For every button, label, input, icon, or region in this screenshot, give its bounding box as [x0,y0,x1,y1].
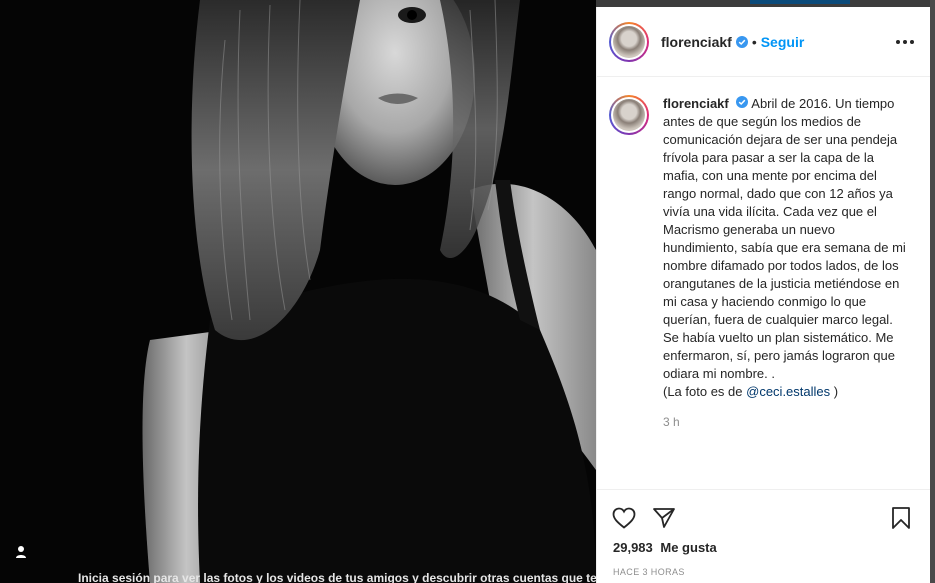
post-modal: Inicia sesión para ver las fotos y los v… [0,0,935,583]
likes-word: Me gusta [660,540,717,555]
share-icon[interactable] [651,505,677,531]
caption-time: 3 h [663,415,680,429]
bookmark-icon[interactable] [888,505,914,531]
follow-button[interactable]: Seguir [761,34,805,50]
top-strip [596,0,930,7]
posted-time: HACE 3 HORAS [613,567,685,577]
caption-credit-prefix: (La foto es de [663,384,747,399]
likes-count[interactable]: 29,983 Me gusta [597,536,930,555]
likes-number: 29,983 [613,540,653,555]
caption-avatar[interactable] [609,95,649,135]
action-bar [597,490,930,536]
verified-badge-icon [735,35,748,48]
post-image [0,0,596,583]
comments-section: florenciakf Abril de 2016. Un tiempo ant… [597,77,930,490]
more-options-icon[interactable] [896,39,914,44]
caption-text: florenciakf Abril de 2016. Un tiempo ant… [663,95,907,431]
post-photo [0,0,596,583]
verified-badge-icon [736,96,749,108]
caption-credit-suffix: ) [830,384,839,399]
avatar[interactable] [609,21,649,62]
caption-mention-link[interactable]: @ceci.estalles [746,384,830,399]
post-details-panel: florenciakf • Seguir florenciakf Abril d… [596,7,930,583]
caption-username[interactable]: florenciakf [663,96,729,111]
header-username[interactable]: florenciakf [661,34,732,50]
post-header: florenciakf • Seguir [597,7,930,77]
heart-icon[interactable] [611,505,637,531]
right-edge [930,0,935,583]
caption: florenciakf Abril de 2016. Un tiempo ant… [609,95,914,431]
login-banner-text: Inicia sesión para ver las fotos y los v… [78,571,598,583]
separator-dot: • [751,33,757,50]
user-icon[interactable] [12,543,30,561]
caption-content: Abril de 2016. Un tiempo antes de que se… [663,96,906,381]
